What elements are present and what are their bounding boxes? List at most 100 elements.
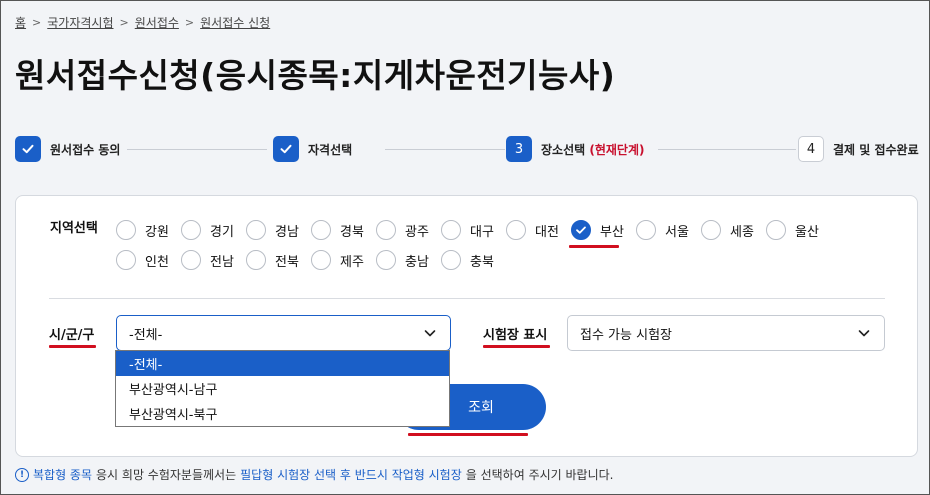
step-number: 3 bbox=[506, 136, 532, 162]
region-radio-item[interactable]: 세종 bbox=[701, 220, 754, 240]
region-radio-label: 전남 bbox=[210, 254, 234, 270]
step-label: 원서접수 동의 bbox=[50, 142, 121, 157]
region-radio-label: 부산 bbox=[600, 224, 624, 240]
region-radio-item[interactable]: 인천 bbox=[116, 250, 169, 270]
breadcrumb-separator: > bbox=[32, 16, 42, 29]
notice: ! 복합형 종목 응시 희망 수험자분들께서는 필답형 시험장 선택 후 반드시… bbox=[15, 466, 614, 483]
step-connector bbox=[658, 149, 796, 150]
breadcrumb-application-link[interactable]: 원서접수 bbox=[135, 14, 179, 31]
radio-icon[interactable] bbox=[441, 250, 461, 270]
current-step-badge: (현재단계) bbox=[589, 142, 645, 157]
region-radio-label: 세종 bbox=[730, 224, 754, 240]
radio-icon[interactable] bbox=[701, 220, 721, 240]
region-radio-label: 충북 bbox=[470, 254, 494, 270]
district-label-underline bbox=[49, 345, 96, 348]
region-radio-label: 강원 bbox=[145, 224, 169, 240]
breadcrumb-application-submit-link[interactable]: 원서접수 신청 bbox=[200, 14, 270, 31]
region-radio-item[interactable]: 충남 bbox=[376, 250, 429, 270]
step-connector bbox=[127, 149, 267, 150]
region-radio-item[interactable]: 경북 bbox=[311, 220, 364, 240]
step-label-text: 장소선택 bbox=[541, 142, 586, 157]
notice-text: 을 선택하여 주시기 바랍니다. bbox=[465, 468, 614, 482]
region-radio-label: 전북 bbox=[275, 254, 299, 270]
step-label: 자격선택 bbox=[308, 142, 353, 157]
step-number: 4 bbox=[798, 136, 824, 162]
region-radio-item[interactable]: 대전 bbox=[506, 220, 559, 240]
dropdown-option[interactable]: -전체- bbox=[116, 351, 449, 376]
district-dropdown-list: -전체- 부산광역시-남구 부산광역시-북구 bbox=[115, 350, 450, 427]
notice-highlight: 필답형 시험장 선택 후 반드시 작업형 시험장 bbox=[240, 468, 462, 482]
region-radio-item[interactable]: 대구 bbox=[441, 220, 494, 240]
step-consent: 원서접수 동의 bbox=[15, 136, 120, 162]
breadcrumb-national-exam-link[interactable]: 국가자격시험 bbox=[47, 14, 113, 31]
progress-steps: 원서접수 동의 자격선택 3 장소선택 (현재단계) 4 결제 및 접수완료 bbox=[15, 136, 920, 164]
page-frame: 홈 > 국가자격시험 > 원서접수 > 원서접수 신청 원서접수신청(응시종목:… bbox=[0, 0, 930, 495]
district-label: 시/군/구 bbox=[49, 328, 95, 343]
radio-icon[interactable] bbox=[246, 220, 266, 240]
radio-icon[interactable] bbox=[376, 250, 396, 270]
venue-display-label: 시험장 표시 bbox=[483, 328, 548, 343]
step-label: 장소선택 (현재단계) bbox=[541, 141, 645, 158]
radio-icon[interactable] bbox=[181, 220, 201, 240]
region-radio-item[interactable]: 전남 bbox=[181, 250, 234, 270]
radio-icon[interactable] bbox=[636, 220, 656, 240]
region-radio-label: 경기 bbox=[210, 224, 234, 240]
region-radio-label: 대전 bbox=[535, 224, 559, 240]
region-radio-item[interactable]: 경기 bbox=[181, 220, 234, 240]
region-radio-label: 경남 bbox=[275, 224, 299, 240]
step-connector bbox=[385, 149, 505, 150]
step-location: 3 장소선택 (현재단계) bbox=[506, 136, 645, 162]
breadcrumb: 홈 > 국가자격시험 > 원서접수 > 원서접수 신청 bbox=[15, 14, 270, 31]
radio-icon[interactable] bbox=[116, 250, 136, 270]
venue-select-value: 접수 가능 시험장 bbox=[580, 327, 672, 343]
radio-icon[interactable] bbox=[311, 220, 331, 240]
region-radio-item[interactable]: 광주 bbox=[376, 220, 429, 240]
region-radio-item[interactable]: 제주 bbox=[311, 250, 364, 270]
radio-icon[interactable] bbox=[506, 220, 526, 240]
venue-label-underline bbox=[483, 345, 550, 348]
breadcrumb-separator: > bbox=[119, 16, 129, 29]
region-radio-item[interactable]: 서울 bbox=[636, 220, 689, 240]
district-select-value: -전체- bbox=[129, 327, 163, 343]
radio-checked-icon[interactable] bbox=[571, 220, 591, 240]
region-radio-label: 충남 bbox=[405, 254, 429, 270]
breadcrumb-separator: > bbox=[184, 16, 195, 29]
notice-highlight: 복합형 종목 bbox=[33, 468, 93, 482]
region-radio-label: 경북 bbox=[340, 224, 364, 240]
step-qualification: 자격선택 bbox=[273, 136, 352, 162]
check-icon bbox=[273, 136, 299, 162]
venue-display-select[interactable]: 접수 가능 시험장 bbox=[567, 315, 885, 351]
region-radio-item[interactable]: 부산 bbox=[571, 220, 624, 240]
region-radio-label: 서울 bbox=[665, 224, 689, 240]
region-radio-item[interactable]: 경남 bbox=[246, 220, 299, 240]
region-radio-item[interactable]: 울산 bbox=[766, 220, 819, 240]
radio-icon[interactable] bbox=[181, 250, 201, 270]
step-label: 결제 및 접수완료 bbox=[833, 142, 919, 157]
chevron-down-icon bbox=[424, 330, 436, 337]
region-radio-item[interactable]: 충북 bbox=[441, 250, 494, 270]
radio-icon[interactable] bbox=[441, 220, 461, 240]
page-title: 원서접수신청(응시종목:지게차운전기능사) bbox=[15, 56, 616, 95]
radio-icon[interactable] bbox=[376, 220, 396, 240]
region-radio-label: 인천 bbox=[145, 254, 169, 270]
dropdown-option[interactable]: 부산광역시-남구 bbox=[116, 376, 449, 401]
region-radio-label: 울산 bbox=[795, 224, 819, 240]
notice-text: 응시 희망 수험자분들께서는 bbox=[96, 468, 237, 482]
region-radio-item[interactable]: 강원 bbox=[116, 220, 169, 240]
chevron-down-icon bbox=[858, 330, 870, 337]
region-label: 지역선택 bbox=[50, 221, 98, 236]
region-radio-label: 대구 bbox=[470, 224, 494, 240]
region-radio-label: 광주 bbox=[405, 224, 429, 240]
radio-icon[interactable] bbox=[766, 220, 786, 240]
radio-icon[interactable] bbox=[246, 250, 266, 270]
region-radio-label: 제주 bbox=[340, 254, 364, 270]
radio-icon[interactable] bbox=[311, 250, 331, 270]
radio-icon[interactable] bbox=[116, 220, 136, 240]
district-select[interactable]: -전체- bbox=[116, 315, 451, 351]
dropdown-option[interactable]: 부산광역시-북구 bbox=[116, 401, 449, 426]
search-button-underline bbox=[408, 433, 528, 436]
region-radio-item[interactable]: 전북 bbox=[246, 250, 299, 270]
breadcrumb-home-link[interactable]: 홈 bbox=[15, 14, 26, 31]
step-payment: 4 결제 및 접수완료 bbox=[798, 136, 919, 162]
check-icon bbox=[15, 136, 41, 162]
